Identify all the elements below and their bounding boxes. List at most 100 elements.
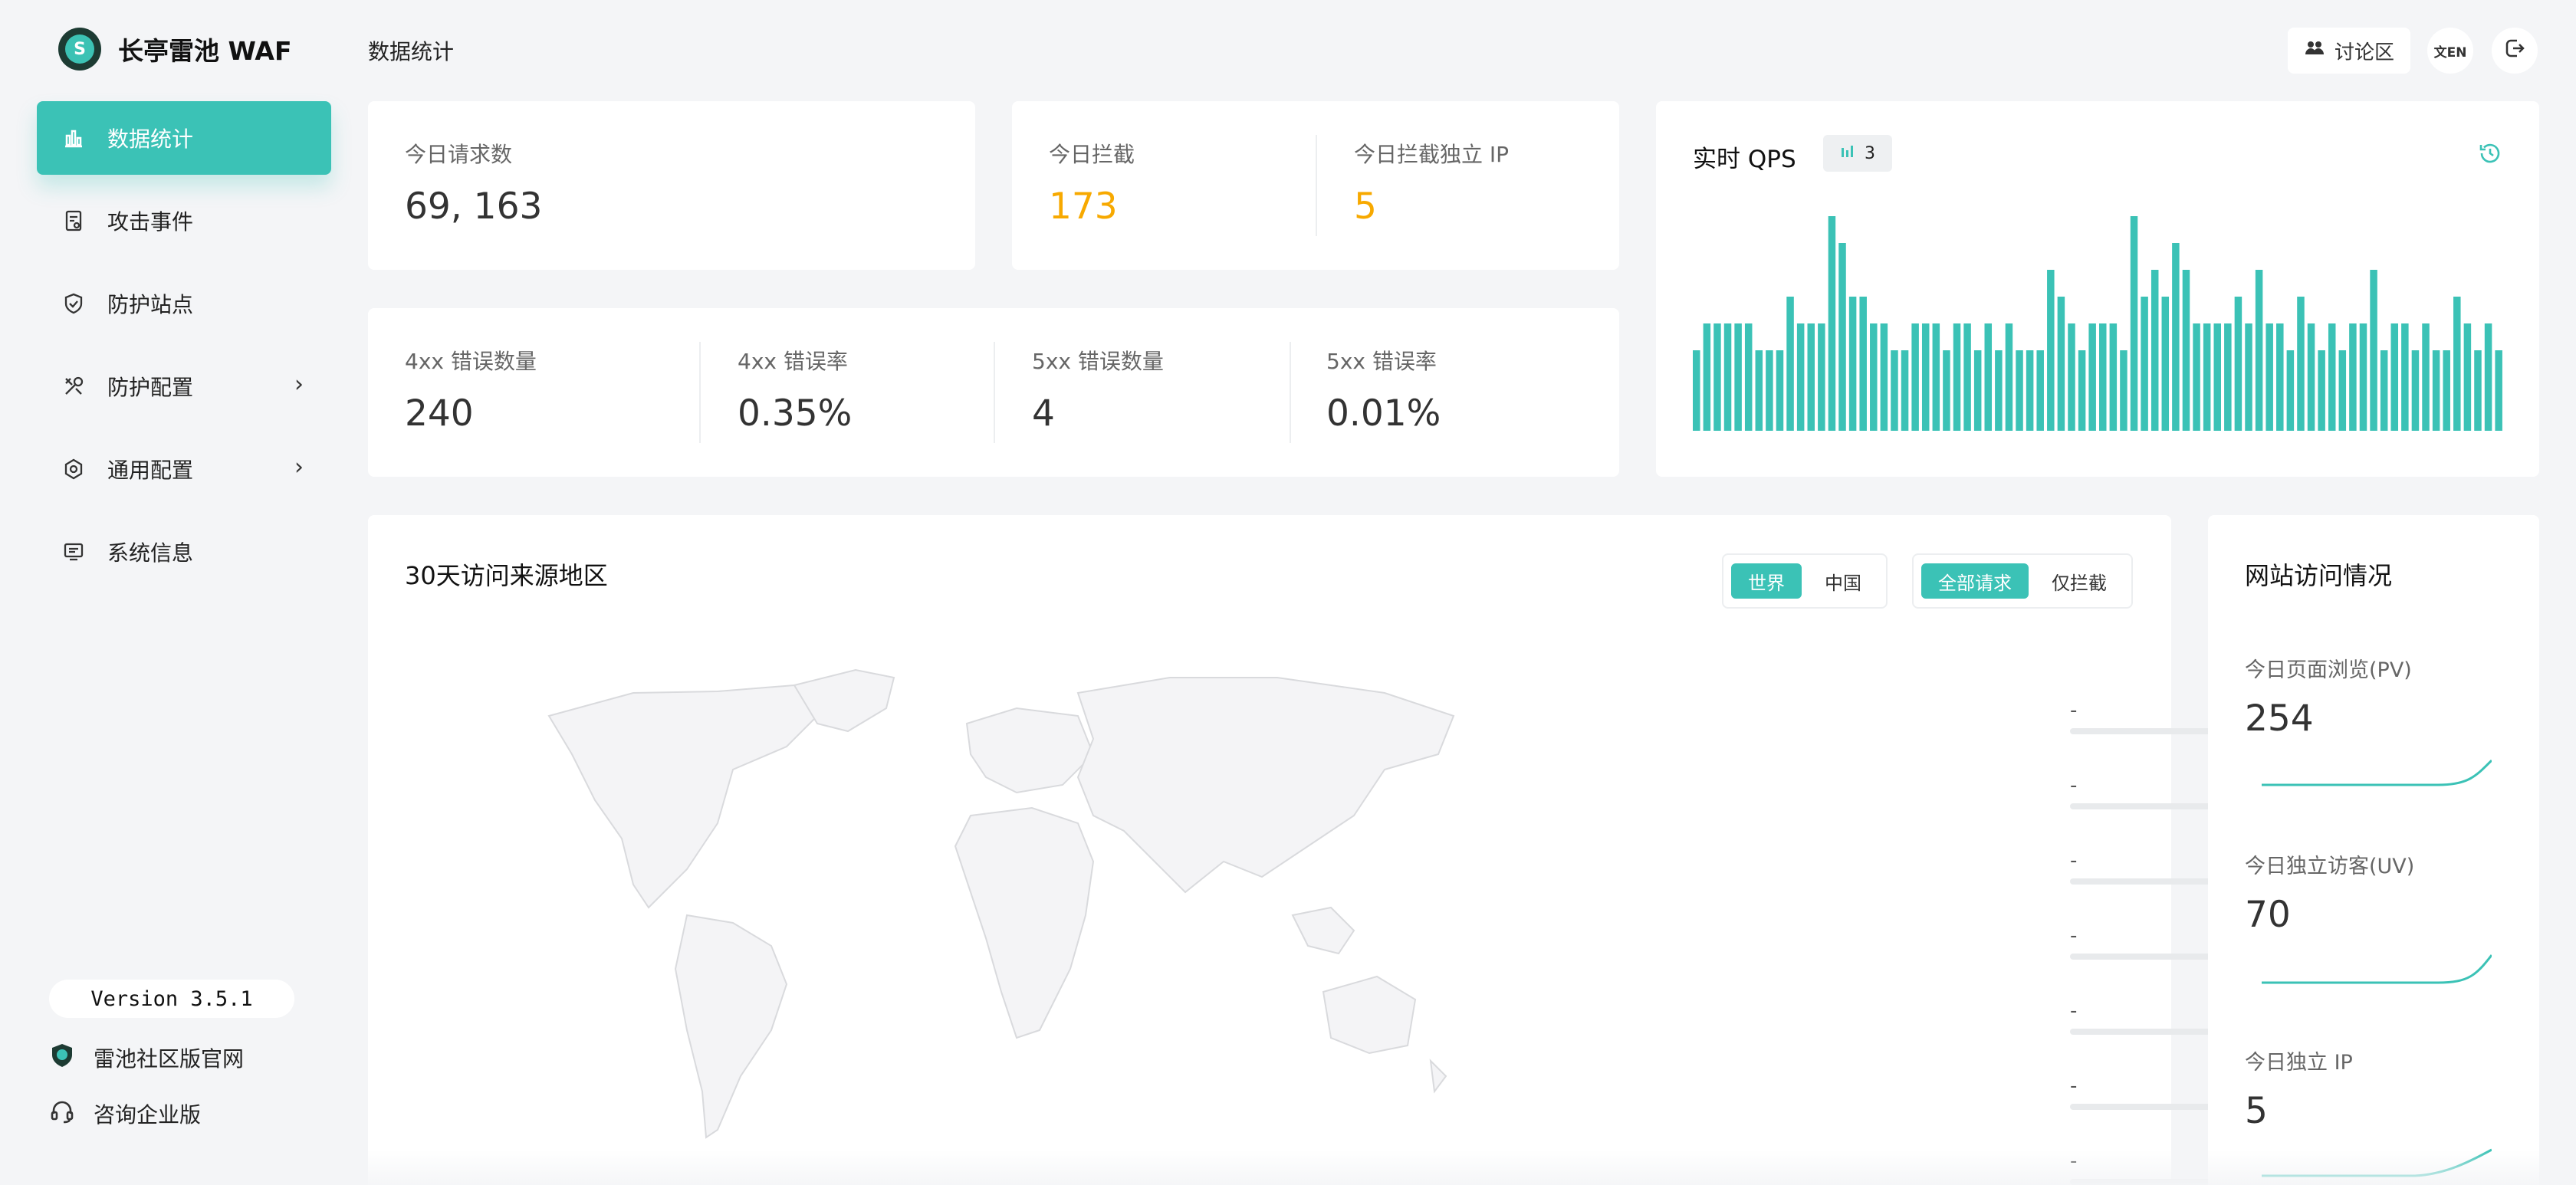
qps-bar bbox=[1973, 350, 1982, 431]
qps-bar bbox=[2193, 323, 2200, 431]
filter-blocked-button[interactable]: 仅拦截 bbox=[2035, 563, 2124, 599]
language-toggle-button[interactable]: 文EN bbox=[2427, 28, 2473, 74]
enterprise-consult-label: 咨询企业版 bbox=[94, 1102, 202, 1128]
qps-bar bbox=[1838, 243, 1846, 431]
qps-bar bbox=[2422, 323, 2430, 431]
gear-icon bbox=[58, 454, 89, 484]
community-site-link[interactable]: 雷池社区版官网 bbox=[49, 1039, 244, 1076]
qps-bar bbox=[2338, 350, 2347, 431]
qps-bar bbox=[1818, 323, 1825, 431]
stat-value: 240 bbox=[405, 392, 474, 435]
qps-bar bbox=[1870, 323, 1878, 431]
qps-bar bbox=[1807, 323, 1815, 431]
sidebar-item-protection-config[interactable]: 防护配置 › bbox=[37, 350, 331, 423]
region-name: - bbox=[2070, 1075, 2078, 1098]
qps-badge: 3 bbox=[1823, 135, 1892, 172]
qps-bar bbox=[2203, 323, 2211, 431]
world-map bbox=[547, 668, 1455, 1139]
sidebar-nav: 数据统计 攻击事件 防护站点 防护配置 › 通用配置 › 系统信息 bbox=[37, 101, 331, 598]
pv-sparkline bbox=[2262, 759, 2492, 786]
stat-value: 173 bbox=[1049, 185, 1118, 228]
logout-icon bbox=[2503, 37, 2526, 64]
forum-label: 讨论区 bbox=[2334, 41, 2394, 64]
qps-bar bbox=[1901, 350, 1909, 431]
qps-bar bbox=[1723, 323, 1732, 431]
sidebar-item-system-info[interactable]: 系统信息 bbox=[37, 515, 331, 589]
stat-value: 0.01% bbox=[1326, 392, 1441, 435]
qps-title: 实时 QPS bbox=[1693, 146, 1796, 173]
qps-bar bbox=[1714, 323, 1721, 431]
scope-world-button[interactable]: 世界 bbox=[1731, 563, 1802, 599]
forum-button[interactable]: 讨论区 bbox=[2288, 28, 2410, 74]
page-title: 数据统计 bbox=[368, 39, 455, 64]
qps-bar bbox=[1953, 323, 1961, 431]
qps-bar bbox=[2359, 323, 2367, 431]
safeline-logo-icon: S bbox=[58, 28, 101, 71]
qps-bar bbox=[2401, 323, 2409, 431]
sidebar-item-attack-events[interactable]: 攻击事件 bbox=[37, 184, 331, 258]
qps-bar bbox=[2349, 323, 2357, 431]
qps-bar bbox=[2150, 270, 2159, 431]
scope-toggle: 世界 中国 bbox=[1722, 553, 1888, 609]
translate-icon: 文EN bbox=[2433, 44, 2467, 61]
stat-value: 69, 163 bbox=[405, 185, 543, 228]
qps-bar bbox=[2380, 350, 2388, 431]
scope-china-button[interactable]: 中国 bbox=[1808, 563, 1878, 599]
divider bbox=[994, 342, 995, 443]
monitor-icon bbox=[58, 537, 89, 567]
qps-bar bbox=[2130, 216, 2138, 431]
filter-all-button[interactable]: 全部请求 bbox=[1921, 563, 2029, 599]
qps-bar bbox=[2224, 323, 2232, 431]
qps-bar bbox=[2213, 323, 2221, 431]
qps-bar bbox=[2078, 350, 2086, 431]
filter-toggle: 全部请求 仅拦截 bbox=[1912, 553, 2133, 609]
qps-card: 实时 QPS 3 bbox=[1656, 101, 2539, 477]
blocked-card: 今日拦截 173 今日拦截独立 IP 5 bbox=[1012, 101, 1619, 270]
qps-bar bbox=[1734, 323, 1742, 431]
qps-bar bbox=[2109, 323, 2118, 431]
qps-bar bbox=[1921, 323, 1930, 431]
qps-bar bbox=[1911, 323, 1919, 431]
sidebar-item-general-config[interactable]: 通用配置 › bbox=[37, 432, 331, 506]
qps-bar bbox=[2005, 323, 2013, 431]
logout-button[interactable] bbox=[2492, 28, 2538, 74]
qps-bar bbox=[2047, 270, 2055, 431]
sidebar-item-protected-sites[interactable]: 防护站点 bbox=[37, 267, 331, 340]
qps-bar bbox=[1828, 216, 1836, 431]
stat-label: 4xx 错误率 bbox=[738, 349, 848, 374]
qps-bar bbox=[2255, 270, 2263, 431]
sidebar: S 长亭雷池 WAF 数据统计 攻击事件 防护站点 防护配置 › 通用配置 › … bbox=[0, 0, 345, 1185]
app-title: 长亭雷池 WAF bbox=[118, 36, 292, 66]
sidebar-item-dashboard[interactable]: 数据统计 bbox=[37, 101, 331, 175]
enterprise-consult-link[interactable]: 咨询企业版 bbox=[49, 1095, 201, 1132]
qps-bar bbox=[1859, 297, 1867, 431]
qps-bar bbox=[1703, 323, 1711, 431]
divider bbox=[1316, 135, 1317, 236]
stat-value: 4 bbox=[1032, 392, 1055, 435]
sidebar-item-label: 防护配置 bbox=[107, 375, 194, 400]
qps-bar bbox=[2307, 323, 2315, 431]
history-icon[interactable] bbox=[2478, 141, 2502, 166]
qps-bar bbox=[2453, 297, 2461, 431]
mini-bar-icon bbox=[1840, 143, 1855, 163]
qps-bar bbox=[1755, 350, 1763, 431]
brand[interactable]: S 长亭雷池 WAF bbox=[58, 28, 292, 71]
region-name: - bbox=[2070, 849, 2078, 872]
qps-bar bbox=[1744, 323, 1753, 431]
community-site-label: 雷池社区版官网 bbox=[94, 1046, 245, 1072]
qps-bar bbox=[1766, 350, 1773, 431]
sidebar-item-label: 通用配置 bbox=[107, 458, 194, 483]
qps-bar bbox=[1848, 297, 1857, 431]
qps-bar bbox=[2026, 350, 2034, 431]
divider bbox=[699, 342, 701, 443]
qps-bar bbox=[2099, 323, 2107, 431]
version-badge: Version 3.5.1 bbox=[49, 980, 294, 1018]
divider bbox=[1290, 342, 1291, 443]
chevron-right-icon: › bbox=[294, 454, 304, 481]
qps-bar bbox=[2297, 297, 2305, 431]
site-visits-card: 网站访问情况 今日页面浏览(PV) 254 今日独立访客(UV) 70 今日独立… bbox=[2208, 515, 2539, 1185]
pv-label: 今日页面浏览(PV) bbox=[2245, 658, 2412, 682]
qps-bar bbox=[2016, 350, 2023, 431]
qps-bar bbox=[2234, 297, 2242, 431]
region-name: - bbox=[2070, 924, 2078, 947]
